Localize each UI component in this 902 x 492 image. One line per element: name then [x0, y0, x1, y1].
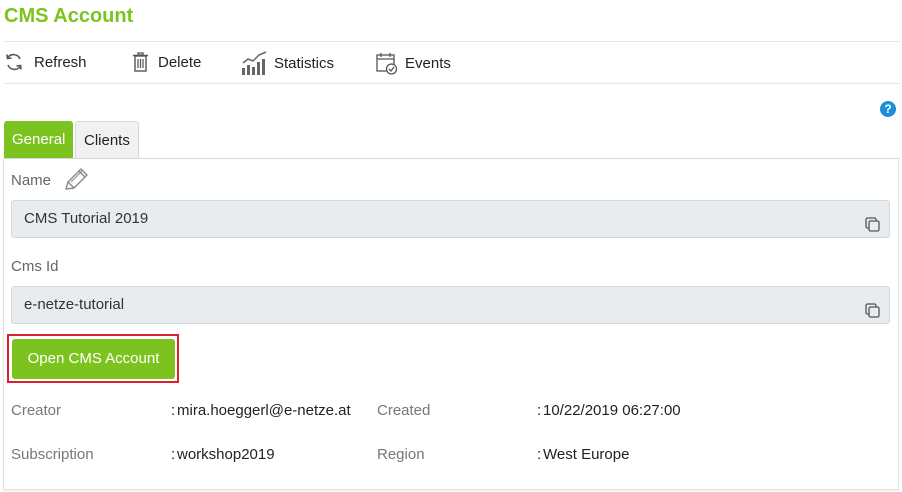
delete-button[interactable]: Delete	[132, 52, 201, 72]
help-icon[interactable]: ?	[880, 101, 896, 117]
name-field[interactable]: CMS Tutorial 2019	[11, 200, 890, 238]
created-separator: :	[537, 402, 542, 419]
chart-icon	[242, 51, 267, 75]
cms-id-value: e-netze-tutorial	[24, 296, 125, 313]
region-value: West Europe	[543, 446, 630, 463]
creator-label: Creator	[11, 402, 62, 419]
refresh-icon	[6, 53, 22, 71]
statistics-label: Statistics	[274, 54, 335, 72]
title-divider	[4, 41, 900, 42]
created-value: 10/22/2019 06:27:00	[543, 402, 681, 419]
edit-name-button[interactable]	[62, 167, 90, 198]
events-button[interactable]: Events	[376, 51, 451, 75]
open-cms-account-button[interactable]: Open CMS Account	[12, 339, 175, 379]
copy-name-button[interactable]	[865, 211, 881, 247]
creator-separator: :	[171, 402, 176, 419]
region-label: Region	[377, 446, 425, 463]
events-label: Events	[405, 54, 451, 72]
calendar-check-icon	[376, 53, 398, 75]
subscription-separator: :	[171, 446, 176, 463]
created-label: Created	[377, 402, 431, 419]
toolbar-divider	[4, 83, 900, 84]
refresh-label: Refresh	[34, 53, 87, 71]
cms-id-field[interactable]: e-netze-tutorial	[11, 286, 890, 324]
creator-value: mira.hoeggerl@e-netze.at	[177, 402, 351, 419]
copy-cms-id-button[interactable]	[865, 297, 881, 333]
copy-icon	[865, 303, 880, 318]
statistics-button[interactable]: Statistics	[241, 50, 334, 76]
name-value: CMS Tutorial 2019	[24, 210, 149, 227]
tab-clients[interactable]: Clients	[75, 121, 139, 159]
copy-icon	[865, 217, 880, 232]
cms-id-label: Cms Id	[11, 258, 59, 275]
trash-icon	[133, 52, 148, 72]
refresh-button[interactable]: Refresh	[4, 52, 87, 72]
pencil-icon	[65, 168, 88, 190]
tab-general[interactable]: General	[4, 121, 73, 159]
page-title: CMS Account	[4, 5, 134, 27]
subscription-value: workshop2019	[177, 446, 275, 463]
name-label: Name	[11, 172, 52, 189]
subscription-label: Subscription	[11, 446, 94, 463]
delete-label: Delete	[158, 53, 202, 71]
region-separator: :	[537, 446, 542, 463]
